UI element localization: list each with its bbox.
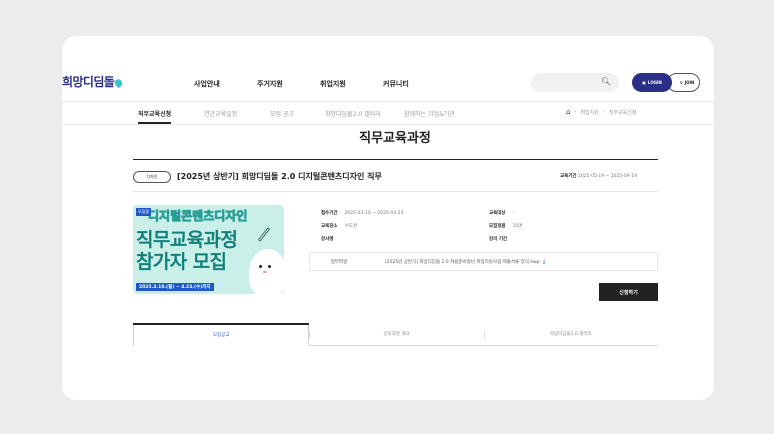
info-value: 2025-03-10 ~ 2025-04-23 xyxy=(344,211,404,216)
category-tag: 디자인 xyxy=(133,171,171,183)
section-top-rule xyxy=(133,159,658,160)
login-label: LOGIN xyxy=(647,80,662,85)
info-target: 교육대상 - xyxy=(489,210,514,216)
info-label: 접수기간 xyxy=(321,211,338,216)
chevron-right-icon: › xyxy=(602,109,605,115)
info-value: - xyxy=(512,211,515,216)
nav-item-employment[interactable]: 취업지원 xyxy=(320,79,346,89)
info-label: 교육장소 xyxy=(321,224,338,229)
attachment-file-name[interactable]: [2025년 상반기] 희망디딤돌 2.0 자립준비청년 취업지원사업 제출서류… xyxy=(385,259,540,265)
site-logo[interactable]: 희망디딤돌 xyxy=(62,73,125,90)
info-location: 교육장소 수도권 xyxy=(321,223,357,229)
detail-tabs: 모집공고 강의과정 개요 희망디딤돌2.0 갤러리 xyxy=(133,323,658,346)
subnav-divider xyxy=(62,124,714,125)
lock-icon: ▣ xyxy=(642,80,646,85)
nav-item-business[interactable]: 사업안내 xyxy=(194,79,220,89)
subnav-item-partners[interactable]: 함께하는 기업&기관 xyxy=(404,109,455,118)
search-input[interactable]: 🔍︎ xyxy=(531,73,619,92)
pen-illustration xyxy=(257,227,271,242)
header-divider xyxy=(62,101,714,102)
attachment-label: 첨부파일 xyxy=(330,259,348,265)
info-label: 교육대상 xyxy=(489,211,506,216)
search-icon[interactable]: 🔍︎ xyxy=(601,78,611,86)
banner-dates: 2025.3.10.(월) ~ 4.23.(수)까지 xyxy=(136,283,214,291)
breadcrumb: ⌂ › 취업지원 › 직무교육신청 xyxy=(566,108,636,116)
info-instructor: 강사명 xyxy=(321,236,340,242)
breadcrumb-item[interactable]: 직무교육신청 xyxy=(609,109,637,116)
user-icon: ♀ xyxy=(679,80,683,85)
breadcrumb-item[interactable]: 취업지원 xyxy=(580,109,598,116)
course-header-rule xyxy=(133,191,658,192)
tab-gallery[interactable]: 희망디딤돌2.0 갤러리 xyxy=(483,323,658,345)
nav-item-community[interactable]: 커뮤니티 xyxy=(383,79,409,89)
info-value: 수도권 xyxy=(344,224,357,229)
apply-button[interactable]: 신청하기 xyxy=(599,283,658,301)
home-icon[interactable]: ⌂ xyxy=(566,108,570,116)
nav-item-housing[interactable]: 주거지원 xyxy=(257,79,283,89)
page-title: 직무교육과정 xyxy=(359,131,431,146)
info-label: 강사명 xyxy=(321,237,334,242)
download-icon[interactable]: ⤓ xyxy=(543,258,546,266)
info-lecture-period: 강의 기간 xyxy=(489,236,514,242)
course-title: [2025년 상반기] 희망디딤돌 2.0 디지털콘텐츠디자인 직무 xyxy=(177,172,382,181)
info-label: 모집정원 xyxy=(489,224,506,229)
subnav-item-gallery[interactable]: 희망디딤돌2.0 갤러리 xyxy=(325,109,381,118)
tab-recruit-notice[interactable]: 모집공고 xyxy=(133,323,310,346)
chevron-right-icon: › xyxy=(574,109,577,115)
subnav-item-schedule[interactable]: 연간교육일정 xyxy=(204,109,237,118)
banner-line3: 참가자 모집 xyxy=(136,251,227,273)
attachment-row: 첨부파일 [2025년 상반기] 희망디딤돌 2.0 자립준비청년 취업지원사업… xyxy=(309,252,658,271)
subnav-item-notice[interactable]: 모집 공고 xyxy=(270,109,294,118)
period-label: 교육기간 xyxy=(560,174,577,179)
info-label: 강의 기간 xyxy=(489,237,508,242)
period-value: 2025-05-19 ~ 2025-09-19 xyxy=(578,174,637,179)
tab-course-overview[interactable]: 강의과정 개요 xyxy=(309,323,483,345)
course-period: 교육기간 2025-05-19 ~ 2025-09-19 xyxy=(560,173,637,179)
attachment-file-link[interactable]: [2025년 상반기] 희망디딤돌 2.0 자립준비청년 취업지원사업 제출서류… xyxy=(385,253,545,270)
info-apply-period: 접수기간 2025-03-10 ~ 2025-04-23 xyxy=(321,210,404,216)
mascot-illustration xyxy=(249,249,284,294)
subnav-item-apply[interactable]: 직무교육신청 xyxy=(138,109,172,124)
login-button[interactable]: ▣ LOGIN xyxy=(632,73,672,92)
course-banner-image: 디지털콘텐츠디자인 모집중 직무교육과정 참가자 모집 2025.3.10.(월… xyxy=(133,205,284,294)
join-label: JOIN xyxy=(684,80,695,85)
info-value: 15명 xyxy=(512,224,523,229)
info-capacity: 모집정원 15명 xyxy=(489,223,522,229)
recruiting-badge: 모집중 xyxy=(136,208,152,216)
banner-line1: 디지털콘텐츠디자인 xyxy=(148,209,248,224)
